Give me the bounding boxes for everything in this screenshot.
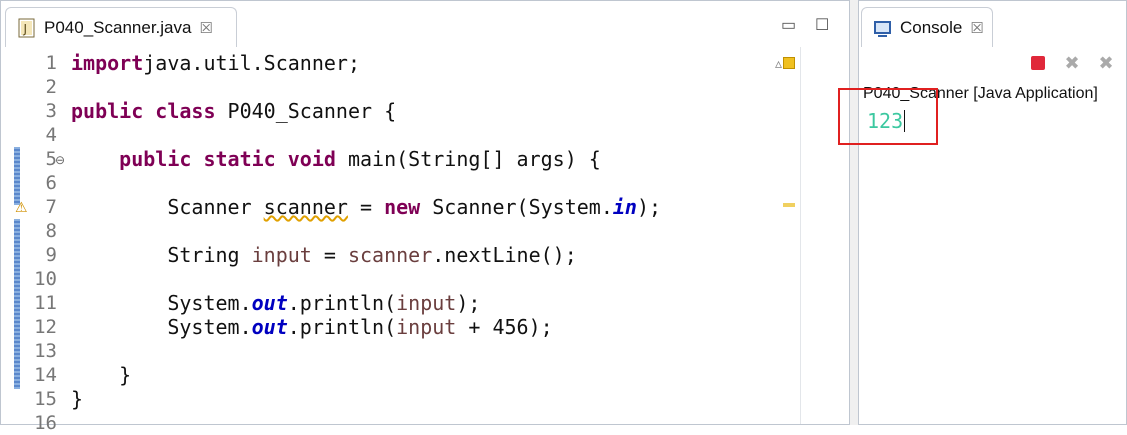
code-token: System. (71, 291, 252, 315)
line-number: 3 (45, 100, 57, 122)
variable-token: input (251, 243, 312, 267)
line-number: 15 (34, 388, 57, 410)
maximize-icon[interactable]: ☐ (815, 15, 829, 35)
code-line[interactable]: System.out.println(input); (71, 291, 801, 315)
code-token: Scanner (71, 195, 264, 219)
line-number: 12 (34, 316, 57, 338)
close-icon[interactable]: ☒ (970, 19, 983, 37)
pane-divider[interactable] (850, 0, 858, 425)
code-line[interactable]: public static void main(String[] args) { (71, 147, 801, 171)
line-number: 14 (34, 364, 57, 386)
line-number: 16 (34, 412, 57, 434)
field-token: in (612, 195, 637, 219)
code-token: = (311, 243, 348, 267)
code-token: java.util.Scanner; (143, 51, 360, 75)
line-number: 11 (34, 292, 57, 314)
editor-tab[interactable]: J P040_Scanner.java ☒ (5, 7, 237, 47)
code-token: String (71, 243, 252, 267)
code-line[interactable]: } (71, 363, 801, 387)
code-token: .println( (287, 315, 397, 339)
remove-launch-icon[interactable]: ✖ (1062, 53, 1082, 73)
code-token: P040_Scanner { (215, 99, 397, 123)
code-token: Scanner(System. (420, 195, 613, 219)
warning-overview-icon[interactable] (783, 57, 795, 69)
editor-tabbar: J P040_Scanner.java ☒ ▭ ☐ (1, 1, 849, 47)
editor-pane: J P040_Scanner.java ☒ ▭ ☐ ⊖ ⚠ 1234567891… (0, 0, 850, 434)
line-number: 13 (34, 340, 57, 362)
remove-all-icon[interactable]: ✖ (1096, 53, 1116, 73)
code-line[interactable]: } (71, 387, 801, 411)
code-token: + 456); (456, 315, 553, 339)
code-token: ); (456, 291, 481, 315)
close-icon[interactable]: ☒ (199, 19, 212, 37)
line-number: 6 (45, 172, 57, 194)
java-file-icon: J (16, 17, 38, 39)
console-tab[interactable]: Console ☒ (861, 7, 993, 47)
code-token: .nextLine(); (432, 243, 577, 267)
code-line[interactable]: System.out.println(input + 456); (71, 315, 801, 339)
line-number: 5 (45, 148, 57, 170)
console-tab-title: Console (900, 17, 963, 37)
editor-tab-title: P040_Scanner.java (44, 17, 192, 37)
line-number: 2 (45, 76, 57, 98)
console-toolbar: ✖ ✖ (1028, 53, 1116, 73)
keyword-token: new (384, 195, 421, 219)
variable-token: input (396, 291, 457, 315)
warning-ruler-marker[interactable] (783, 203, 795, 207)
variable-token: input (396, 315, 457, 339)
code-token: } (71, 363, 132, 387)
code-token: } (71, 387, 84, 411)
keyword-token: public class (71, 99, 216, 123)
code-token: main(String[] args) { (335, 147, 601, 171)
console-tabbar: Console ☒ (859, 1, 1126, 47)
line-number: 7 (45, 196, 57, 218)
code-editor[interactable]: importjava.util.Scanner; public class P04… (71, 47, 801, 424)
code-line[interactable]: String input = scanner.nextLine(); (71, 243, 801, 267)
variable-token: scanner (347, 243, 433, 267)
minimize-icon[interactable]: ▭ (781, 15, 796, 35)
line-number: 9 (45, 244, 57, 266)
line-number: 10 (34, 268, 57, 290)
svg-text:J: J (23, 22, 28, 36)
console-pane: Console ☒ ✖ ✖ P040_Scanner [Java Applica… (858, 0, 1127, 425)
line-number: 8 (45, 220, 57, 242)
line-number: 1 (45, 52, 57, 74)
code-line[interactable]: public class P040_Scanner { (71, 99, 801, 123)
code-line[interactable]: importjava.util.Scanner; (71, 51, 801, 75)
warning-token: scanner (263, 195, 348, 219)
keyword-token: import (71, 51, 144, 75)
code-token: System. (71, 315, 252, 339)
console-icon (872, 17, 894, 39)
collapse-ruler-icon[interactable]: ▵ (775, 55, 782, 72)
code-token: .println( (287, 291, 397, 315)
code-token: = (347, 195, 385, 219)
highlight-box (838, 88, 938, 145)
line-number-gutter: ⊖ ⚠ 1 2 3 4 5 6 7 8 9 10 11 12 13 14 15 16 (1, 47, 71, 434)
field-token: out (251, 315, 288, 339)
code-token: ); (636, 195, 662, 219)
line-number: 4 (45, 124, 57, 146)
code-line[interactable]: Scanner scanner = new Scanner(System.in)… (71, 195, 801, 219)
keyword-token: public static void (119, 147, 336, 171)
terminate-icon[interactable] (1028, 53, 1048, 73)
field-token: out (251, 291, 288, 315)
